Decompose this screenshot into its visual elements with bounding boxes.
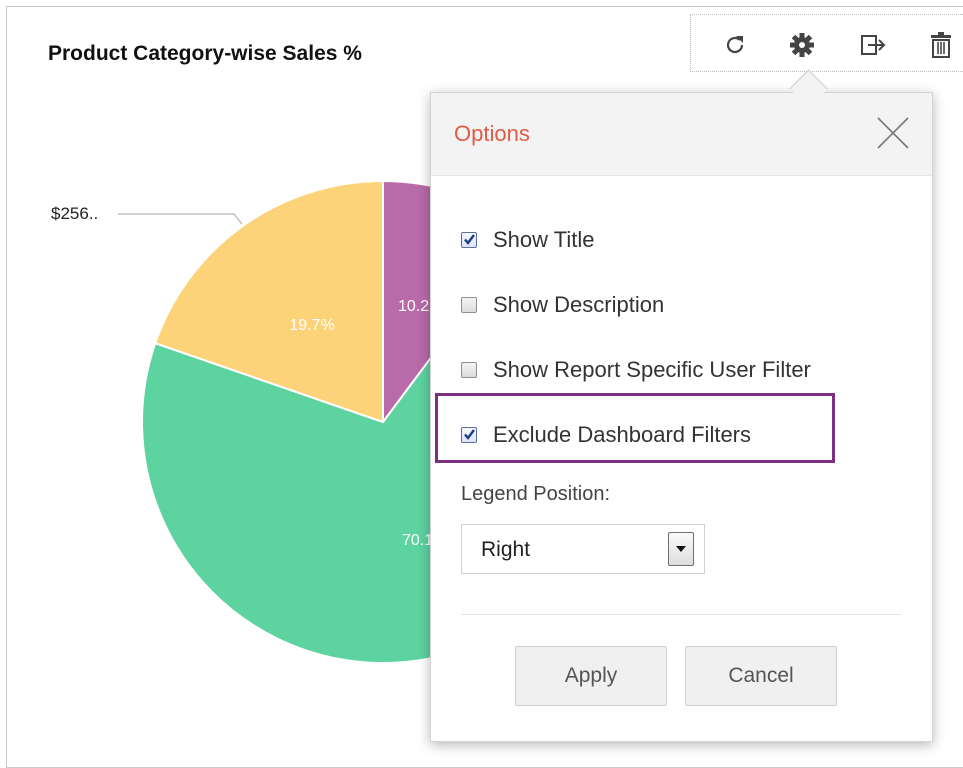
close-icon[interactable] [875,115,911,151]
exclude-dashboard-filters-option[interactable]: Exclude Dashboard Filters [461,420,751,450]
show-user-filter-label: Show Report Specific User Filter [493,357,811,382]
legend-position-value: Right [481,538,531,561]
exclude-dashboard-filters-checkbox[interactable] [461,427,477,443]
apply-button[interactable]: Apply [515,646,667,706]
show-title-label: Show Title [493,227,595,252]
show-description-option[interactable]: Show Description [461,290,664,320]
slice-data-label: 10.2 [398,298,429,315]
legend-position-select[interactable]: Right [461,524,705,574]
popover-title: Options [454,121,530,146]
options-popover: Options Show Title Show Description Show… [430,92,933,742]
show-user-filter-checkbox[interactable] [461,362,477,378]
export-icon[interactable] [859,31,887,59]
dropdown-arrow-icon[interactable] [668,532,694,566]
widget-toolbar [690,14,963,72]
gear-icon[interactable] [788,31,816,59]
popover-header: Options [431,93,932,176]
callout-label: $256.. [51,204,98,223]
show-description-label: Show Description [493,292,665,317]
refresh-icon[interactable] [721,31,749,59]
legend-position-label: Legend Position: [461,483,611,505]
callout-line [118,213,243,225]
show-title-checkbox[interactable] [461,232,477,248]
show-description-checkbox[interactable] [461,297,477,313]
show-title-option[interactable]: Show Title [461,225,595,255]
show-user-filter-option[interactable]: Show Report Specific User Filter [461,355,811,385]
cancel-button[interactable]: Cancel [685,646,837,706]
trash-icon[interactable] [927,31,955,59]
slice-data-label: 70.1 [402,532,433,549]
slice-data-label: 19.7% [289,317,334,334]
exclude-dashboard-filters-label: Exclude Dashboard Filters [493,422,752,447]
divider [461,614,901,615]
